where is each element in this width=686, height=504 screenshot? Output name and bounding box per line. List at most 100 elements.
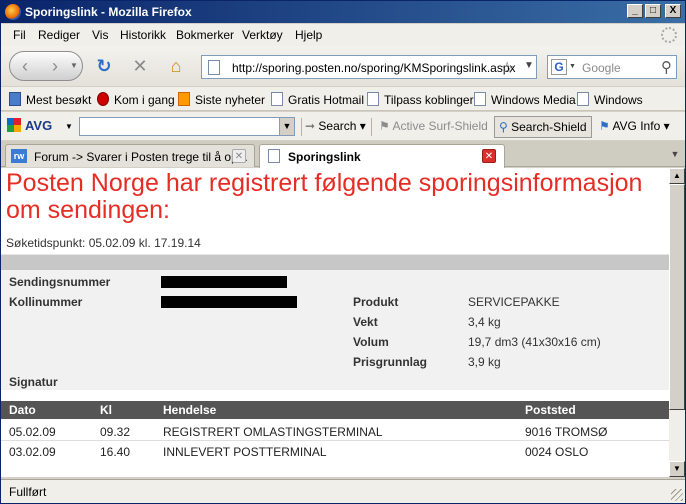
produkt-value: SERVICEPAKKE [468, 295, 560, 309]
menu-vis[interactable]: Vis [92, 28, 108, 42]
avg-search-input[interactable]: ▼ [79, 117, 295, 136]
scroll-up-icon[interactable]: ▲ [669, 168, 685, 184]
redacted-kollinummer [161, 296, 297, 308]
volum-label: Volum [353, 335, 389, 349]
reload-icon[interactable]: ↻ [91, 54, 117, 78]
toolbar-separator [301, 118, 302, 136]
cell-kl: 16.40 [100, 445, 131, 459]
toolbar-separator [371, 118, 372, 136]
url-text: http://sporing.posten.no/sporing/KMSpori… [232, 61, 516, 75]
engine-dropdown-icon[interactable]: ▼ [569, 63, 576, 70]
prisgrunnlag-label: Prisgrunnlag [353, 355, 428, 369]
bookmark-kom-i-gang[interactable]: Kom i gang [97, 92, 175, 107]
scroll-thumb[interactable] [669, 184, 685, 410]
menu-fil[interactable]: Fil [13, 28, 26, 42]
section-divider [1, 254, 669, 270]
stop-icon[interactable]: ✕ [127, 54, 153, 78]
bookmark-mest-besokt[interactable]: Mest besøkt [9, 92, 91, 107]
back-forward-group: ‹ › ▼ [9, 51, 83, 81]
vekt-label: Vekt [353, 315, 378, 329]
maximize-button[interactable]: □ [645, 4, 661, 18]
avg-input-dropdown-icon[interactable]: ▼ [279, 118, 294, 135]
shipment-info-panel: Sendingsnummer Kollinummer Produkt SERVI… [1, 270, 669, 390]
column-kl: Kl [100, 403, 112, 417]
bookmark-star-icon[interactable]: ☆ [500, 58, 514, 78]
kollinummer-label: Kollinummer [9, 295, 83, 309]
vekt-value: 3,4 kg [468, 315, 501, 329]
page-icon [271, 92, 283, 106]
volum-value: 19,7 dm3 (41x30x16 cm) [468, 335, 601, 349]
search-box[interactable]: G ▼ Google ⚲ [547, 55, 677, 79]
firefox-icon [5, 4, 21, 20]
redacted-sendingsnummer [161, 276, 287, 288]
close-tab-icon[interactable]: ✕ [482, 149, 496, 163]
back-arrow-icon[interactable]: ‹ [12, 54, 38, 78]
avg-logo[interactable]: AVG [7, 118, 52, 133]
tab-list-dropdown-icon[interactable]: ▼ [667, 145, 683, 163]
address-bar[interactable]: http://sporing.posten.no/sporing/KMSpori… [201, 55, 537, 79]
tab-label: Forum -> Svarer i Posten trege til å op.… [34, 150, 248, 164]
avg-logo-icon [7, 118, 21, 132]
page-icon [577, 92, 589, 106]
bookmark-windows-media[interactable]: Windows Media [474, 92, 576, 107]
loading-throbber-icon [661, 27, 677, 43]
search-icon[interactable]: ⚲ [661, 58, 672, 76]
window-title: Sporingslink - Mozilla Firefox [25, 5, 192, 19]
menu-hjelp[interactable]: Hjelp [295, 28, 322, 42]
bookmark-gratis-hotmail[interactable]: Gratis Hotmail [271, 92, 364, 107]
folder-icon [9, 92, 21, 106]
home-icon[interactable]: ⌂ [163, 54, 189, 78]
tab-strip: rw Forum -> Svarer i Posten trege til å … [1, 141, 685, 168]
search-shield-button[interactable]: ⚲ Search-Shield [494, 116, 592, 138]
vertical-scrollbar[interactable]: ▲ ▼ [669, 168, 685, 477]
bookmarks-toolbar: Mest besøkt Kom i gang Siste nyheter Gra… [1, 87, 685, 111]
page-icon [474, 92, 486, 106]
status-bar: Fullført [1, 479, 685, 503]
menu-bokmerker[interactable]: Bokmerker [176, 28, 234, 42]
tab-sporingslink[interactable]: Sporingslink ✕ [259, 144, 505, 168]
produkt-label: Produkt [353, 295, 399, 309]
history-dropdown-icon[interactable]: ▼ [70, 61, 78, 70]
avg-menu-dropdown-icon[interactable]: ▼ [65, 122, 73, 131]
navigation-toolbar: ‹ › ▼ ↻ ✕ ⌂ http://sporing.posten.no/spo… [1, 46, 685, 86]
close-window-button[interactable]: X [665, 4, 681, 18]
sendingsnummer-label: Sendingsnummer [9, 275, 111, 289]
rss-icon [178, 92, 190, 106]
bookmark-siste-nyheter[interactable]: Siste nyheter [178, 92, 265, 107]
avg-search-button[interactable]: ➞ Search ▾ [305, 119, 366, 133]
table-row: 05.02.09 09.32 REGISTRERT OMLASTINGSTERM… [1, 421, 669, 441]
active-surf-shield-button[interactable]: ⚑ Active Surf-Shield [379, 119, 488, 133]
forum-favicon-icon: rw [11, 149, 27, 163]
table-row: 03.02.09 16.40 INNLEVERT POSTTERMINAL 00… [1, 441, 669, 461]
status-text: Fullført [9, 485, 47, 499]
google-engine-icon[interactable]: G [551, 59, 567, 75]
bookmark-tilpass-koblinger[interactable]: Tilpass koblinger [367, 92, 474, 107]
prisgrunnlag-value: 3,9 kg [468, 355, 501, 369]
menu-verktoy[interactable]: Verktøy [242, 28, 283, 42]
bookmark-windows[interactable]: Windows [577, 92, 643, 107]
scroll-down-icon[interactable]: ▼ [669, 461, 685, 477]
resize-grip-icon[interactable] [671, 489, 683, 501]
close-tab-icon[interactable]: ✕ [232, 149, 246, 163]
cell-hendelse: REGISTRERT OMLASTINGSTERMINAL [163, 425, 383, 439]
menu-historikk[interactable]: Historikk [120, 28, 166, 42]
column-poststed: Poststed [525, 403, 576, 417]
bookmark-icon [97, 92, 109, 106]
cell-dato: 03.02.09 [9, 445, 56, 459]
menu-rediger[interactable]: Rediger [38, 28, 80, 42]
column-hendelse: Hendelse [163, 403, 217, 417]
cell-poststed: 9016 TROMSØ [525, 425, 608, 439]
page-icon [208, 60, 220, 75]
avg-toolbar: AVG ▼ ▼ ➞ Search ▾ ⚑ Active Surf-Shield … [1, 112, 685, 140]
minimize-button[interactable]: _ [627, 4, 643, 18]
column-dato: Dato [9, 403, 36, 417]
page-content: Posten Norge har registrert følgende spo… [1, 168, 669, 477]
forward-arrow-icon[interactable]: › [42, 54, 68, 78]
browser-window: Sporingslink - Mozilla Firefox _ □ X Fil… [0, 0, 686, 504]
avg-info-button[interactable]: ⚑ AVG Info ▾ [599, 119, 670, 133]
events-table-header: Dato Kl Hendelse Poststed [1, 401, 669, 419]
shield-icon: ⚑ [379, 119, 393, 133]
tab-forum[interactable]: rw Forum -> Svarer i Posten trege til å … [5, 144, 255, 167]
url-dropdown-icon[interactable]: ▼ [524, 60, 534, 71]
search-arrow-icon: ➞ [305, 119, 319, 133]
